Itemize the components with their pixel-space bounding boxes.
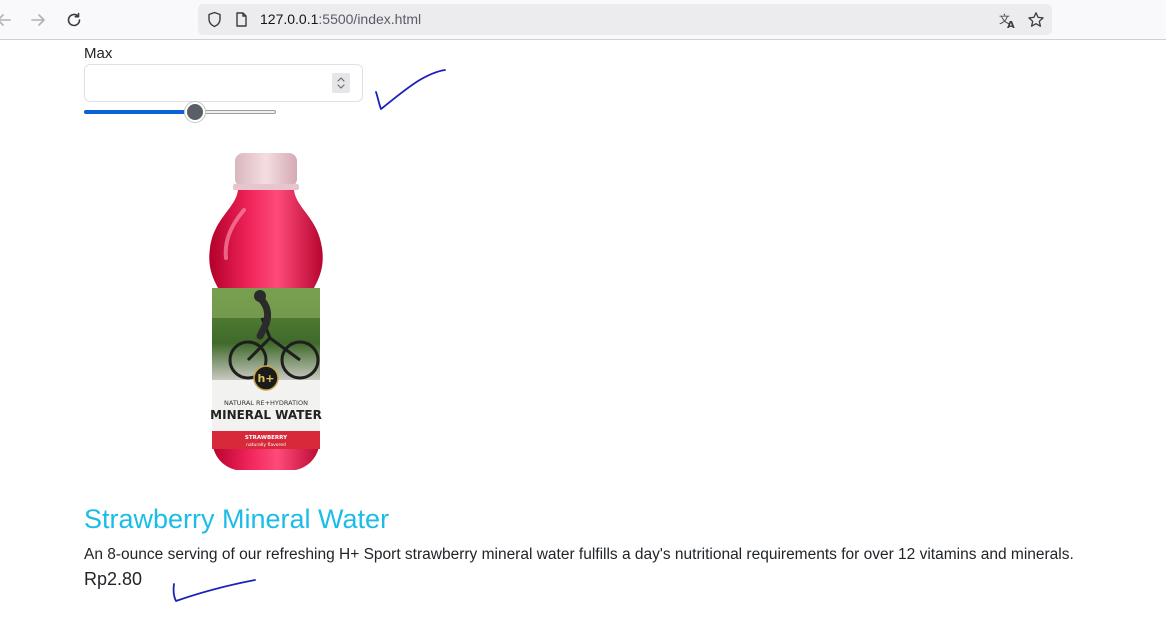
underline-annotation [172, 579, 256, 602]
number-spinner[interactable] [332, 73, 350, 93]
arrow-right-icon [31, 14, 45, 26]
bottle-label-flavor: STRAWBERRY [245, 435, 288, 441]
arrow-left-icon [0, 14, 11, 26]
check-mark-annotation [375, 69, 446, 110]
svg-text:A: A [1007, 20, 1015, 29]
bottle-label-line2: MINERAL WATER [210, 408, 322, 422]
url-host: 127.0.0.1 [260, 11, 319, 27]
max-number-input[interactable] [84, 64, 363, 102]
product-title[interactable]: Strawberry Mineral Water [84, 503, 389, 535]
shield-icon[interactable] [206, 11, 223, 28]
address-bar[interactable]: 127.0.0.1:5500/index.html 文A [198, 4, 1052, 35]
spinner-arrows-icon [337, 77, 345, 89]
browser-toolbar: 127.0.0.1:5500/index.html 文A [0, 0, 1166, 40]
range-thumb[interactable] [185, 102, 206, 122]
product-price: Rp2.80 [84, 569, 143, 589]
bottle-brand-logo: h+ [257, 372, 274, 385]
reload-button[interactable] [60, 6, 88, 34]
translate-icon[interactable]: 文A [999, 11, 1017, 29]
star-icon[interactable] [1027, 11, 1045, 29]
product-description: An 8-ounce serving of our refreshing H+ … [84, 546, 1074, 563]
page-icon[interactable] [233, 11, 250, 28]
url-text[interactable]: 127.0.0.1:5500/index.html [260, 11, 421, 28]
max-range-slider[interactable] [84, 102, 276, 122]
forward-button[interactable] [24, 6, 52, 34]
bottle-label-line1: NATURAL RE+HYDRATION [224, 399, 308, 407]
bottle-label-flavor-note: naturally flavored [246, 442, 286, 448]
url-path: :5500/index.html [318, 11, 422, 27]
product-image: h+ NATURAL RE+HYDRATION MINERAL WATER ST… [209, 153, 323, 470]
max-label: Max [84, 45, 113, 62]
range-fill [84, 110, 196, 114]
reload-icon [67, 12, 81, 27]
back-button[interactable] [0, 6, 18, 34]
